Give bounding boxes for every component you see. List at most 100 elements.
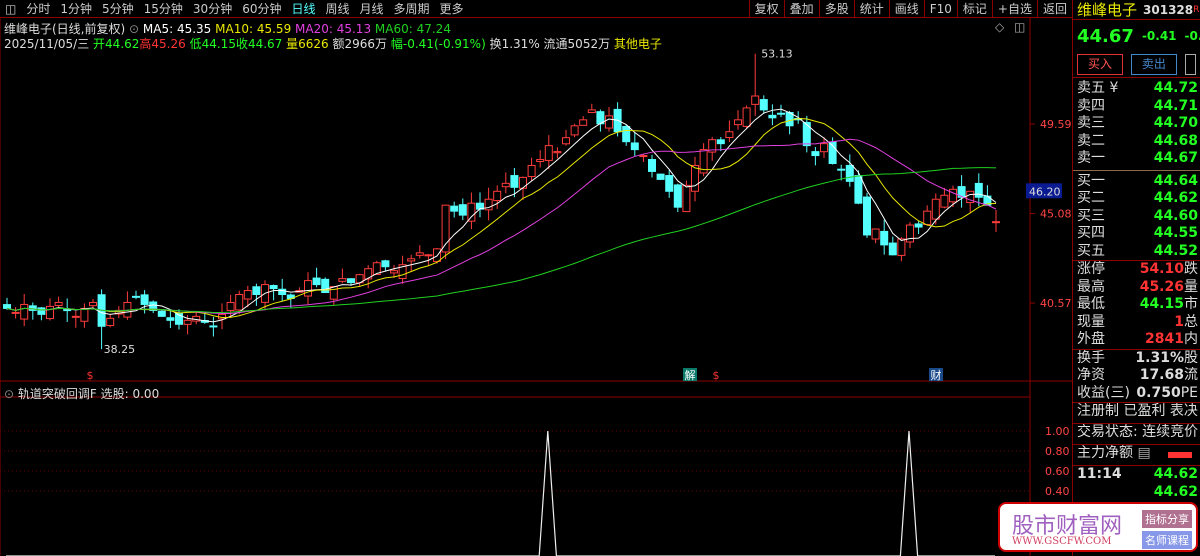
- list-item: 卖二 44.68: [1073, 133, 1200, 151]
- event-marker[interactable]: $: [87, 369, 94, 382]
- row-value: 1: [1174, 313, 1184, 330]
- tab-period[interactable]: 30分钟: [188, 0, 237, 17]
- list-item: 现量 1总: [1073, 314, 1200, 332]
- toolbar-button[interactable]: 标记: [956, 0, 992, 18]
- row-label: 换手: [1077, 349, 1105, 366]
- buy-button[interactable]: 买入: [1077, 54, 1123, 75]
- candle-body: [63, 309, 72, 312]
- toolbar-button[interactable]: +自选: [991, 0, 1037, 18]
- indicator-name[interactable]: 轨道突破回调F: [18, 387, 97, 401]
- diamond-icon[interactable]: ◇: [995, 20, 1004, 34]
- change: 幅-0.41(-0.91%): [390, 37, 486, 51]
- tab-period[interactable]: 60分钟: [237, 0, 286, 17]
- candle-body: [441, 204, 450, 253]
- list-item: 最高 45.26量: [1073, 279, 1200, 297]
- badge: R: [1193, 4, 1200, 15]
- amount: 额2966万: [332, 37, 388, 51]
- sell-button[interactable]: 卖出: [1130, 54, 1177, 75]
- indicator-value: 选股: 0.00: [100, 387, 160, 401]
- row-label: 卖五 ¥: [1077, 80, 1119, 96]
- event-marker[interactable]: $: [713, 369, 720, 382]
- toolbar-button[interactable]: 多股: [818, 0, 854, 18]
- tab-more[interactable]: 更多: [435, 0, 469, 17]
- event-marker[interactable]: 解: [685, 368, 696, 382]
- row-value: 44.62: [1153, 190, 1198, 206]
- candle-body: [716, 139, 725, 145]
- candle-body: [510, 175, 519, 188]
- row-value: 0.750: [1136, 384, 1181, 401]
- candle-body: [673, 184, 682, 208]
- candle-body: [321, 278, 330, 294]
- tab-period[interactable]: 多周期: [389, 0, 435, 17]
- dropdown-icon[interactable]: ⊙: [129, 22, 139, 36]
- list-item: 涨停 54.10跌: [1073, 261, 1200, 279]
- more-button[interactable]: [1184, 54, 1196, 75]
- tab-period[interactable]: 5分钟: [97, 0, 139, 17]
- row-value: 2841: [1145, 331, 1184, 347]
- row-value: 44.70: [1153, 115, 1198, 131]
- event-marker[interactable]: 财: [931, 368, 942, 382]
- sector[interactable]: 其他电子: [614, 37, 662, 51]
- toolbar-button[interactable]: 统计: [853, 0, 889, 18]
- row-label: 最低: [1077, 296, 1105, 312]
- row-suffix: 流: [1184, 367, 1198, 383]
- candle-body: [725, 131, 734, 139]
- expand-icon[interactable]: ◫: [1014, 20, 1025, 34]
- tab-period[interactable]: 日线: [286, 0, 320, 17]
- row-value: 45.26: [1139, 278, 1184, 295]
- ma60-label: MA60: 47.24: [374, 22, 451, 36]
- list-item: 买五 44.52: [1073, 243, 1200, 261]
- row-label: 买五: [1077, 242, 1105, 259]
- ma10-line: [6, 118, 997, 319]
- tick-list: 11:14 44.62 44.62: [1073, 466, 1200, 501]
- candle-body: [235, 294, 244, 311]
- ma60-line: [6, 167, 997, 314]
- toolbar-button[interactable]: 复权: [748, 0, 784, 18]
- list-item: 收益(三) 0.750PE: [1073, 385, 1200, 403]
- list-icon[interactable]: ▤: [1137, 445, 1150, 461]
- candle-body: [37, 307, 46, 315]
- quote-panel: 维峰电子 301328 R 44.67 -0.41 -0.91 买入 卖出 卖五…: [1072, 0, 1200, 556]
- list-item: 买四 44.55: [1073, 225, 1200, 243]
- candle-body: [923, 210, 932, 225]
- tick-time: 11:14: [1077, 466, 1122, 482]
- date: 2025/11/05/三: [4, 37, 90, 51]
- list-item: 卖三 44.70: [1073, 115, 1200, 133]
- tick-row: 11:14 44.62: [1073, 466, 1200, 484]
- watermark-logo: 股市财富网 WWW.GSCFW.COM 指标分享 名师课程: [998, 502, 1198, 552]
- row-label: 卖一: [1077, 150, 1105, 166]
- candle-body: [381, 260, 390, 268]
- toolbar-button[interactable]: 画线: [888, 0, 924, 18]
- bid-list: 买一 44.64 买二 44.62 买三 44.60 买四 44.55 买五 44.52: [1073, 169, 1200, 261]
- list-item: 买一 44.64: [1073, 173, 1200, 191]
- tab-period[interactable]: 周线: [321, 0, 355, 17]
- tab-period[interactable]: 1分钟: [55, 0, 97, 17]
- candle-body: [949, 188, 957, 203]
- toolbar-button[interactable]: F10: [923, 0, 957, 18]
- row-value-group: 0.750PE: [1136, 385, 1198, 403]
- toolbar-button[interactable]: 叠加: [783, 0, 819, 18]
- ask-list: 卖五 ¥ 44.72 卖四 44.71 卖三 44.70 卖二 44.68 卖一 44.67: [1073, 78, 1200, 168]
- tags: 注册制 已盈利 表决: [1073, 403, 1200, 424]
- candle-body: [304, 280, 312, 297]
- tab-period[interactable]: 月线: [355, 0, 389, 17]
- list-item: 换手 1.31%股: [1073, 350, 1200, 368]
- candle-body: [863, 196, 871, 236]
- tab-period[interactable]: 15分钟: [139, 0, 188, 17]
- toolbar-button[interactable]: 返回: [1036, 0, 1072, 18]
- candle-body: [742, 107, 751, 127]
- dropdown-icon[interactable]: ⊙: [4, 387, 14, 401]
- candle-body: [226, 301, 235, 311]
- list-item: 卖五 ¥ 44.72: [1073, 80, 1200, 98]
- candle-body: [553, 151, 562, 154]
- candle-body: [562, 137, 570, 145]
- stock-name: 维峰电子: [1077, 1, 1138, 19]
- tab-period[interactable]: 分时: [21, 0, 55, 17]
- candle-body: [579, 119, 588, 126]
- stock-code: 301328: [1143, 2, 1194, 17]
- panel-toggle-icon[interactable]: ◫: [0, 2, 21, 16]
- candle-body: [11, 311, 20, 314]
- kline-chart[interactable]: 49.59 45.08 40.57 46.20 53.13 38.25 $ 解 $ 财 1.00 0.…: [0, 0, 1072, 556]
- price-tick-label: 49.59: [1040, 118, 1072, 131]
- price-tick-label: 40.57: [1040, 297, 1072, 310]
